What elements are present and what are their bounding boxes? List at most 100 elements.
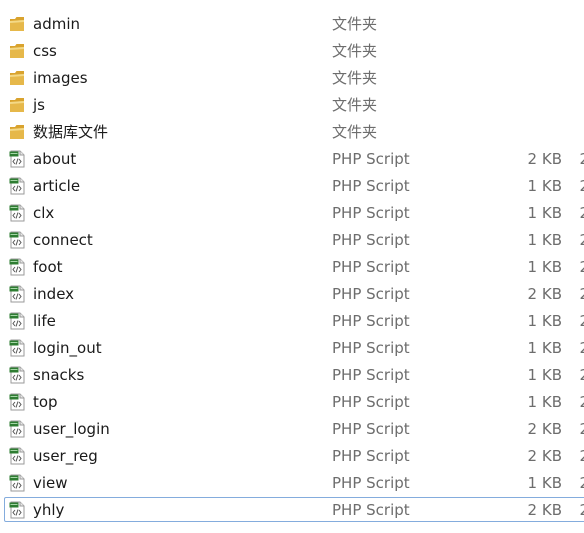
php-file-icon — [9, 258, 25, 276]
file-size: 1 KB — [527, 258, 562, 276]
file-name: images — [33, 69, 88, 87]
file-type: 文件夹 — [332, 42, 378, 60]
date-modified-truncated: 2 — [579, 365, 584, 385]
file-name: 数据库文件 — [33, 123, 109, 141]
file-name: login_out — [33, 339, 102, 357]
file-name: index — [33, 285, 75, 303]
file-type: 文件夹 — [332, 69, 378, 87]
file-size: 1 KB — [527, 204, 562, 222]
file-row[interactable]: images 文件夹 — [4, 65, 584, 90]
date-modified-truncated: 2 — [579, 311, 584, 331]
file-row[interactable]: article PHP Script 1 KB 2 — [4, 173, 584, 198]
folder-icon — [9, 96, 25, 114]
file-size: 2 KB — [527, 501, 562, 519]
file-row[interactable]: css 文件夹 — [4, 38, 584, 63]
file-type: PHP Script — [332, 366, 410, 384]
php-file-icon — [9, 366, 25, 384]
date-modified-truncated: 2 — [579, 473, 584, 493]
php-file-icon — [9, 339, 25, 357]
file-type: 文件夹 — [332, 96, 378, 114]
file-name: user_reg — [33, 447, 98, 465]
file-type: PHP Script — [332, 447, 410, 465]
file-name: view — [33, 474, 68, 492]
php-file-icon — [9, 231, 25, 249]
file-row-selected[interactable]: yhly PHP Script 2 KB 2 — [4, 497, 584, 522]
php-file-icon — [9, 501, 25, 519]
php-file-icon — [9, 393, 25, 411]
file-name: top — [33, 393, 58, 411]
file-type: 文件夹 — [332, 15, 378, 33]
file-row[interactable]: about PHP Script 2 KB 2 — [4, 146, 584, 171]
file-size: 1 KB — [527, 474, 562, 492]
date-modified-truncated: 2 — [579, 338, 584, 358]
php-file-icon — [9, 204, 25, 222]
file-size: 2 KB — [527, 150, 562, 168]
file-row[interactable]: top PHP Script 1 KB 2 — [4, 389, 584, 414]
date-modified-truncated: 2 — [579, 176, 584, 196]
file-size: 1 KB — [527, 393, 562, 411]
file-name: about — [33, 150, 77, 168]
file-name: user_login — [33, 420, 110, 438]
folder-icon — [9, 69, 25, 87]
file-size: 1 KB — [527, 177, 562, 195]
folder-icon — [9, 15, 25, 33]
file-size: 2 KB — [527, 285, 562, 303]
date-modified-truncated: 2 — [579, 230, 584, 250]
file-list: admin 文件夹 css 文件夹 images 文件夹 js 文件夹 数据库文件 文件夹 abou… — [0, 0, 584, 533]
file-row[interactable]: login_out PHP Script 1 KB 2 — [4, 335, 584, 360]
folder-icon — [9, 42, 25, 60]
file-row[interactable]: user_reg PHP Script 2 KB 2 — [4, 443, 584, 468]
file-row[interactable]: snacks PHP Script 1 KB 2 — [4, 362, 584, 387]
date-modified-truncated: 2 — [579, 419, 584, 439]
php-file-icon — [9, 312, 25, 330]
file-name: admin — [33, 15, 80, 33]
file-size: 1 KB — [527, 312, 562, 330]
file-type: 文件夹 — [332, 123, 378, 141]
file-row[interactable]: 数据库文件 文件夹 — [4, 119, 584, 144]
file-row[interactable]: user_login PHP Script 2 KB 2 — [4, 416, 584, 441]
file-name: connect — [33, 231, 93, 249]
file-name: snacks — [33, 366, 85, 384]
date-modified-truncated: 2 — [579, 446, 584, 466]
file-type: PHP Script — [332, 312, 410, 330]
file-type: PHP Script — [332, 177, 410, 195]
file-name: yhly — [33, 501, 65, 519]
file-row[interactable]: clx PHP Script 1 KB 2 — [4, 200, 584, 225]
date-modified-truncated: 2 — [579, 203, 584, 223]
file-size: 1 KB — [527, 231, 562, 249]
file-row[interactable]: js 文件夹 — [4, 92, 584, 117]
php-file-icon — [9, 474, 25, 492]
file-row[interactable]: view PHP Script 1 KB 2 — [4, 470, 584, 495]
date-modified-truncated: 2 — [579, 284, 584, 304]
php-file-icon — [9, 447, 25, 465]
file-type: PHP Script — [332, 285, 410, 303]
file-type: PHP Script — [332, 501, 410, 519]
file-row[interactable]: connect PHP Script 1 KB 2 — [4, 227, 584, 252]
php-file-icon — [9, 285, 25, 303]
file-row[interactable]: index PHP Script 2 KB 2 — [4, 281, 584, 306]
file-type: PHP Script — [332, 204, 410, 222]
folder-icon — [9, 123, 25, 141]
file-row[interactable]: admin 文件夹 — [4, 11, 584, 36]
php-file-icon — [9, 177, 25, 195]
file-type: PHP Script — [332, 420, 410, 438]
date-modified-truncated: 2 — [579, 257, 584, 277]
file-type: PHP Script — [332, 339, 410, 357]
file-size: 2 KB — [527, 420, 562, 438]
file-type: PHP Script — [332, 258, 410, 276]
file-type: PHP Script — [332, 474, 410, 492]
file-size: 1 KB — [527, 339, 562, 357]
file-name: css — [33, 42, 57, 60]
file-type: PHP Script — [332, 150, 410, 168]
file-type: PHP Script — [332, 231, 410, 249]
file-size: 1 KB — [527, 366, 562, 384]
file-row[interactable]: life PHP Script 1 KB 2 — [4, 308, 584, 333]
file-name: life — [33, 312, 56, 330]
date-modified-truncated: 2 — [579, 392, 584, 412]
file-type: PHP Script — [332, 393, 410, 411]
file-name: foot — [33, 258, 63, 276]
file-name: clx — [33, 204, 55, 222]
file-row[interactable]: foot PHP Script 1 KB 2 — [4, 254, 584, 279]
file-name: js — [33, 96, 45, 114]
php-file-icon — [9, 420, 25, 438]
